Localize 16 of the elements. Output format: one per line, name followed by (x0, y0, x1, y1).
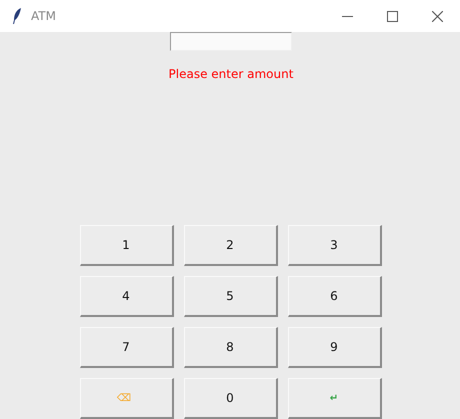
digit-key[interactable]: 2 (184, 225, 278, 266)
digit-key[interactable]: 5 (184, 276, 278, 317)
digit-key[interactable]: 3 (288, 225, 382, 266)
digit-key[interactable]: 6 (288, 276, 382, 317)
window-title: ATM (31, 9, 56, 23)
digit-key[interactable]: 9 (288, 327, 382, 368)
digit-key[interactable]: 0 (184, 378, 278, 419)
digit-key[interactable]: 4 (80, 276, 174, 317)
digit-key[interactable]: 1 (80, 225, 174, 266)
feather-icon (12, 7, 22, 25)
maximize-icon[interactable] (387, 10, 398, 22)
amount-prompt: Please enter amount (168, 67, 294, 81)
digit-key[interactable]: 7 (80, 327, 174, 368)
amount-field[interactable] (170, 32, 292, 51)
digit-key[interactable]: 8 (184, 327, 278, 368)
close-icon[interactable] (432, 10, 443, 22)
